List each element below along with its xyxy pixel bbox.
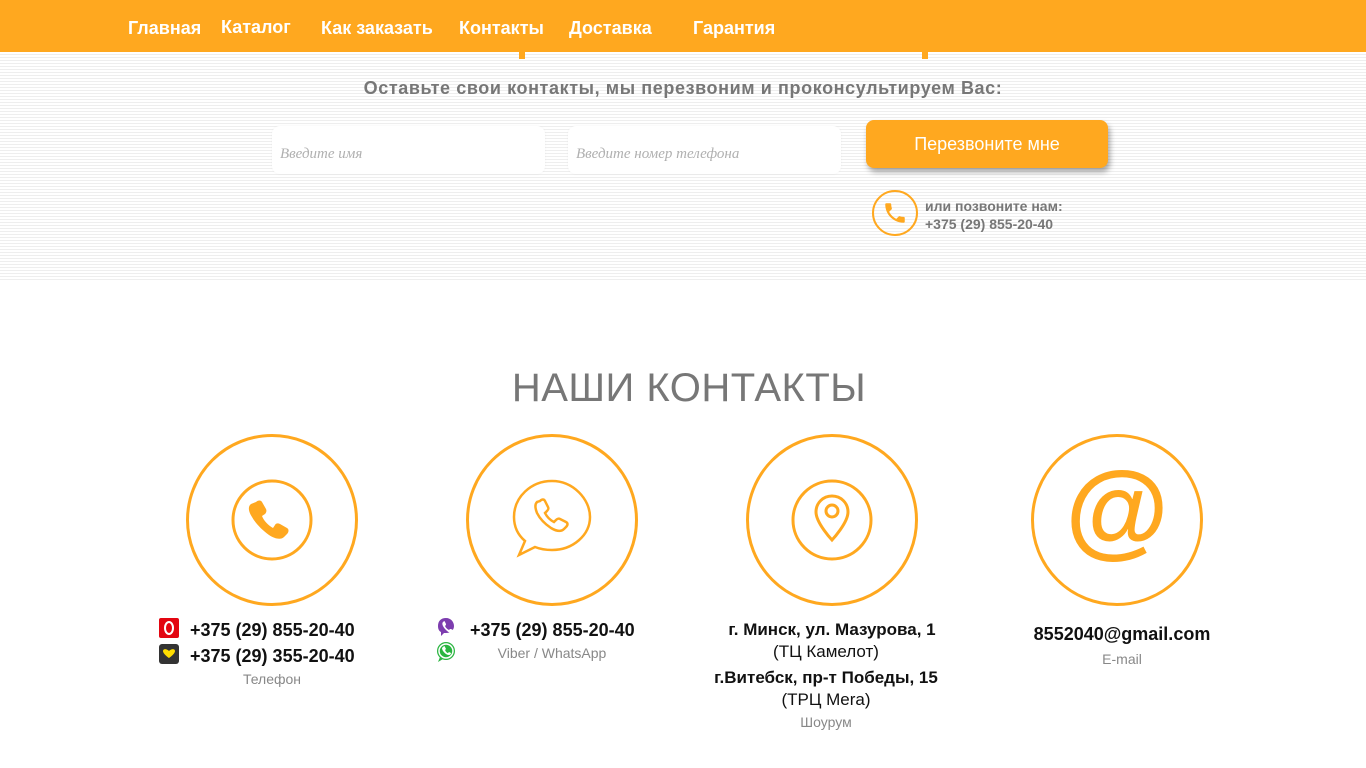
- life-operator-icon: [159, 644, 179, 664]
- name-input[interactable]: [272, 126, 545, 174]
- at-sign-icon: @: [1065, 465, 1168, 568]
- showroom-mall-vitebsk: (ТРЦ Mera): [781, 690, 871, 709]
- email-address[interactable]: 8552040@gmail.com: [1002, 624, 1242, 645]
- messenger-number[interactable]: +375 (29) 855-20-40: [470, 620, 635, 641]
- call-us-label: или позвоните нам:: [925, 198, 1063, 214]
- accent-mark: [922, 52, 928, 59]
- nav-item-catalog[interactable]: Каталог: [221, 17, 291, 38]
- messenger-caption: Viber / WhatsApp: [497, 645, 607, 661]
- phone-caption: Телефон: [242, 671, 302, 687]
- nav-item-delivery[interactable]: Доставка: [569, 18, 652, 39]
- email-circle: @: [1031, 434, 1203, 606]
- location-circle: [746, 434, 918, 606]
- showroom-address-minsk: г. Минск, ул. Мазурова, 1: [728, 620, 936, 639]
- chat-phone-icon: [512, 479, 592, 558]
- callback-button[interactable]: Перезвоните мне: [866, 120, 1108, 168]
- phone-input[interactable]: [568, 126, 841, 174]
- mts-operator-icon: [159, 618, 179, 638]
- email-caption: E-mail: [1102, 651, 1142, 667]
- phone-icon: [231, 479, 313, 561]
- map-pin-icon: [791, 479, 873, 561]
- showroom-address-vitebsk: г.Витебск, пр-т Победы, 15: [714, 668, 938, 687]
- messenger-circle: [466, 434, 638, 606]
- viber-icon: [436, 617, 456, 637]
- phone-icon: [885, 203, 905, 223]
- nav-item-contacts[interactable]: Контакты: [459, 18, 544, 39]
- showroom-mall-minsk: (ТЦ Камелот): [773, 642, 879, 661]
- nav-item-home[interactable]: Главная: [128, 18, 201, 39]
- nav-item-how-to-order[interactable]: Как заказать: [321, 18, 433, 39]
- svg-text:@: @: [1065, 465, 1168, 568]
- call-us-icon-wrap: [872, 190, 918, 236]
- phone-number-life[interactable]: +375 (29) 355-20-40: [190, 646, 355, 667]
- phone-number-mts[interactable]: +375 (29) 855-20-40: [190, 620, 355, 641]
- phone-circle: [186, 434, 358, 606]
- nav-item-warranty[interactable]: Гарантия: [693, 18, 775, 39]
- top-nav: Главная Каталог Как заказать Контакты До…: [0, 0, 1366, 52]
- call-us-phone[interactable]: +375 (29) 855-20-40: [925, 216, 1053, 232]
- callback-title: Оставьте свои контакты, мы перезвоним и …: [363, 78, 1003, 98]
- showroom-caption: Шоурум: [800, 714, 852, 730]
- accent-mark: [519, 52, 525, 59]
- contacts-title: НАШИ КОНТАКТЫ: [511, 366, 867, 410]
- whatsapp-icon: [435, 641, 455, 662]
